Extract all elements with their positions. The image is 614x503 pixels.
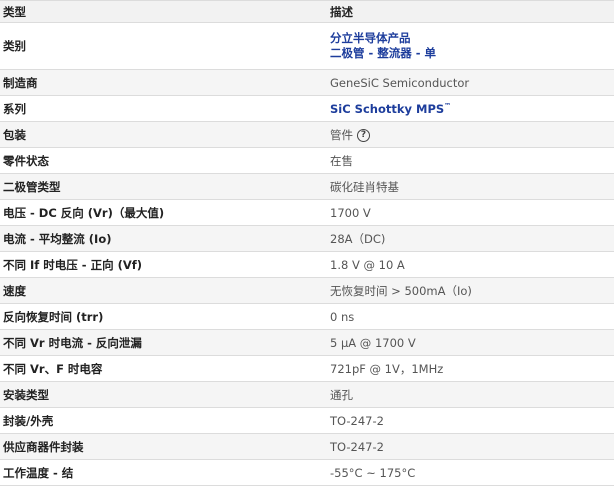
table-row-category: 类别 分立半导体产品 二极管 - 整流器 - 单 xyxy=(0,23,614,70)
table-row-mounting-type: 安装类型 通孔 xyxy=(0,382,614,408)
attribute-value: TO-247-2 xyxy=(330,439,384,454)
question-circle-icon[interactable]: ? xyxy=(357,128,370,142)
table-row-diode-type: 二极管类型 碳化硅肖特基 xyxy=(0,174,614,200)
attribute-label: 速度 xyxy=(3,283,26,298)
attribute-label: 安装类型 xyxy=(3,387,49,402)
table-row-capacitance: 不同 Vr、F 时电容 721pF @ 1V，1MHz xyxy=(0,356,614,382)
attribute-value: 管件? xyxy=(327,127,614,143)
attribute-label: 不同 Vr 时电流 - 反向泄漏 xyxy=(3,335,142,350)
attribute-value: 在售 xyxy=(330,153,353,168)
attribute-label: 供应商器件封装 xyxy=(3,439,84,454)
table-row-voltage-forward: 不同 If 时电压 - 正向 (Vf) 1.8 V @ 10 A xyxy=(0,252,614,278)
table-row-part-status: 零件状态 在售 xyxy=(0,148,614,174)
table-row-package: 包装 管件? xyxy=(0,122,614,148)
column-header-type: 类型 xyxy=(3,4,26,19)
attribute-label: 制造商 xyxy=(3,75,38,90)
attribute-value: 28A（DC) xyxy=(330,231,386,246)
attribute-label: 反向恢复时间 (trr) xyxy=(3,309,104,324)
attribute-value: 分立半导体产品 二极管 - 整流器 - 单 xyxy=(327,31,614,61)
attribute-label: 电流 - 平均整流 (Io) xyxy=(3,231,112,246)
category-link-discrete-semiconductors[interactable]: 分立半导体产品 xyxy=(330,31,614,46)
product-attributes-table: 类型 描述 类别 分立半导体产品 二极管 - 整流器 - 单 制造商 GeneS… xyxy=(0,0,614,486)
category-link-diodes-rectifiers-single[interactable]: 二极管 - 整流器 - 单 xyxy=(330,46,614,61)
attribute-label: 电压 - DC 反向 (Vr)（最大值) xyxy=(3,205,165,220)
attribute-label: 类别 xyxy=(3,39,26,53)
attribute-value: 无恢复时间 > 500mA（Io) xyxy=(330,283,472,298)
attribute-value: 通孔 xyxy=(330,387,353,402)
table-row-manufacturer: 制造商 GeneSiC Semiconductor xyxy=(0,70,614,96)
attribute-label: 工作温度 - 结 xyxy=(3,465,74,480)
column-header-description: 描述 xyxy=(330,4,353,19)
table-row-reverse-recovery-time: 反向恢复时间 (trr) 0 ns xyxy=(0,304,614,330)
attribute-label: 不同 Vr、F 时电容 xyxy=(3,361,103,376)
package-value: 管件 xyxy=(330,127,353,142)
attribute-value: 721pF @ 1V，1MHz xyxy=(330,361,444,376)
table-row-reverse-leakage: 不同 Vr 时电流 - 反向泄漏 5 µA @ 1700 V xyxy=(0,330,614,356)
table-row-voltage-dc-reverse: 电压 - DC 反向 (Vr)（最大值) 1700 V xyxy=(0,200,614,226)
attribute-label: 零件状态 xyxy=(3,153,49,168)
attribute-value: GeneSiC Semiconductor xyxy=(330,75,470,90)
attribute-label: 封装/外壳 xyxy=(3,413,54,428)
table-header-row: 类型 描述 xyxy=(0,1,614,23)
attribute-value: 碳化硅肖特基 xyxy=(330,179,399,194)
table-row-operating-temp: 工作温度 - 结 -55°C ~ 175°C xyxy=(0,460,614,486)
series-link-text: SiC Schottky MPS xyxy=(330,102,445,117)
table-row-series: 系列 SiC Schottky MPS™ xyxy=(0,96,614,122)
attribute-value: 1.8 V @ 10 A xyxy=(330,257,405,272)
attribute-value: 0 ns xyxy=(330,309,355,324)
table-row-package-case: 封装/外壳 TO-247-2 xyxy=(0,408,614,434)
attribute-value: SiC Schottky MPS™ xyxy=(327,100,614,118)
attribute-label: 包装 xyxy=(3,127,26,142)
trademark-symbol: ™ xyxy=(444,102,452,111)
table-row-supplier-device-package: 供应商器件封装 TO-247-2 xyxy=(0,434,614,460)
series-link[interactable]: SiC Schottky MPS™ xyxy=(330,102,451,116)
table-row-speed: 速度 无恢复时间 > 500mA（Io) xyxy=(0,278,614,304)
attribute-label: 不同 If 时电压 - 正向 (Vf) xyxy=(3,257,142,272)
table-row-current-avg-rectified: 电流 - 平均整流 (Io) 28A（DC) xyxy=(0,226,614,252)
attribute-label: 系列 xyxy=(3,101,26,116)
attribute-value: -55°C ~ 175°C xyxy=(330,465,416,480)
attribute-value: TO-247-2 xyxy=(330,413,384,428)
attribute-label: 二极管类型 xyxy=(3,179,61,194)
attribute-value: 1700 V xyxy=(330,205,371,220)
attribute-value: 5 µA @ 1700 V xyxy=(330,335,416,350)
